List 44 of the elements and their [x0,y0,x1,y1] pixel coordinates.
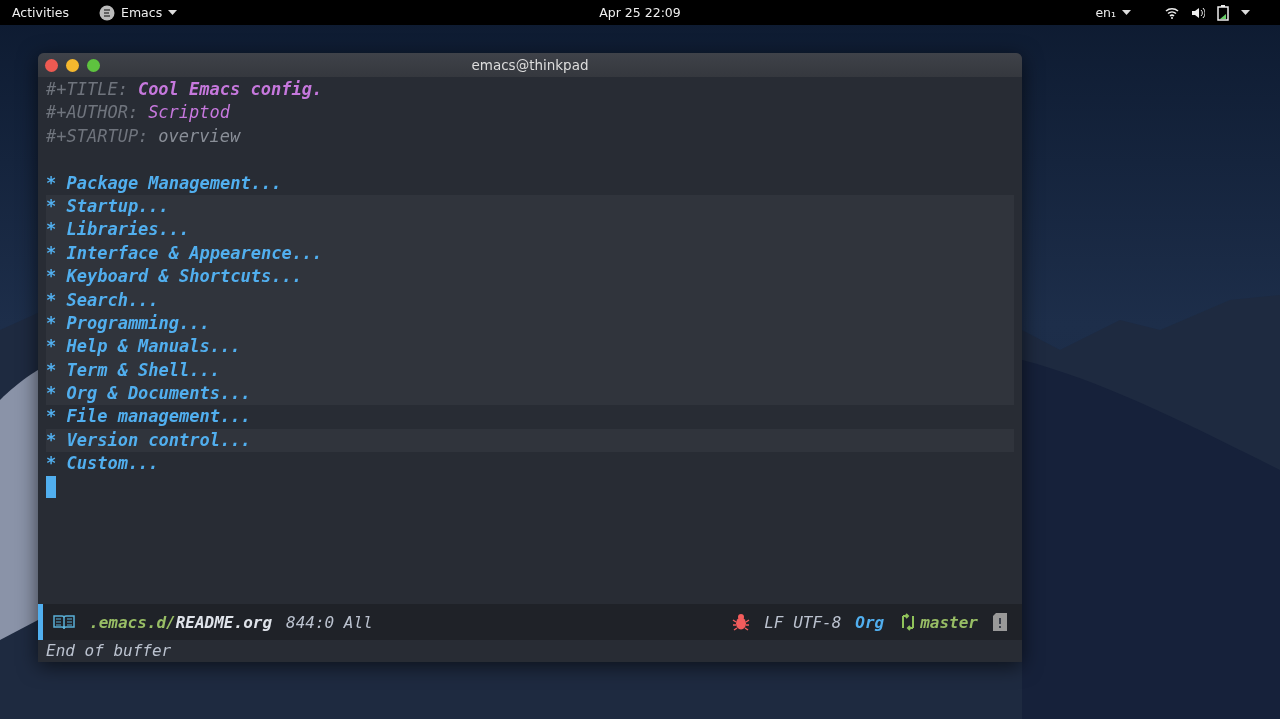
org-heading[interactable]: * Libraries... [46,218,190,242]
major-mode-label: Org [855,612,885,632]
app-icon [99,4,116,21]
org-heading[interactable]: * Help & Manuals... [46,335,241,359]
caret-icon [168,9,178,16]
caret-icon[interactable] [1241,9,1250,16]
caret-icon [1122,9,1131,16]
text-cursor [46,475,56,498]
org-heading[interactable]: * Search... [46,288,159,312]
book-icon [53,614,75,630]
org-heading[interactable]: * Version control... [46,428,251,453]
activities-button[interactable]: Activities [12,5,70,20]
org-keyword: #+TITLE: [46,78,128,101]
echo-area: End of buffer [38,640,1022,662]
window-title: emacs@thinkpad [471,57,589,73]
org-keyword: #+STARTUP: [46,124,149,148]
keyboard-layout-menu[interactable]: en₁ [1095,5,1131,20]
bug-icon [732,613,751,631]
battery-icon[interactable] [1217,4,1229,21]
org-heading[interactable]: * File management... [46,405,251,429]
volume-icon[interactable] [1191,6,1205,19]
maximize-button[interactable] [87,58,100,72]
cursor-position: 844:0 All [286,612,373,632]
org-heading[interactable]: * Interface & Appearence... [46,241,323,266]
encoding-label: LF UTF-8 [764,612,842,632]
org-heading[interactable]: * Startup... [46,194,169,219]
git-branch-name: master [920,612,978,632]
keyword-value: overview [158,124,241,148]
org-heading[interactable]: * Term & Shell... [46,358,220,383]
wifi-icon[interactable] [1165,6,1179,19]
keyword-value: Cool Emacs config. [137,78,323,101]
warning-file-icon [992,612,1008,632]
org-heading[interactable]: * Custom... [46,452,159,476]
org-heading[interactable]: * Programming... [46,311,210,336]
buffer-name: .emacs.d/README.org [89,612,273,632]
org-heading[interactable]: * Org & Documents... [46,382,251,406]
close-button[interactable] [45,58,58,72]
org-heading[interactable]: * Package Management... [46,171,282,195]
org-heading[interactable]: * Keyboard & Shortcuts... [46,265,302,289]
clock[interactable]: Apr 25 22:09 [599,5,681,20]
org-keyword: #+AUTHOR: [46,101,139,125]
minimize-button[interactable] [66,58,79,72]
app-menu[interactable]: Emacs [99,4,178,21]
keyword-value: Scriptod [148,101,230,125]
